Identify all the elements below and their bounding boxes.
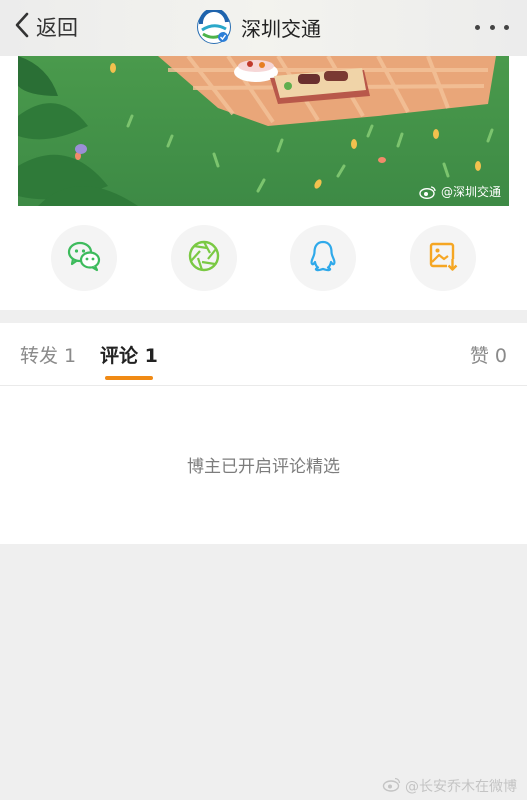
- qq-penguin-icon: [305, 238, 341, 278]
- tab-repost[interactable]: 转发 1: [20, 341, 76, 368]
- footer-watermark-text: @长安乔木在微博: [405, 779, 517, 795]
- back-label: 返回: [36, 16, 78, 40]
- picnic-illustration[interactable]: @深圳交通: [18, 56, 509, 206]
- page-title: 深圳交通: [241, 16, 321, 41]
- watermark-text: @深圳交通: [440, 185, 501, 199]
- chevron-left-icon: [14, 12, 30, 42]
- share-row: [0, 206, 527, 310]
- share-moments-button[interactable]: [171, 225, 237, 291]
- screenshot-watermark: @长安乔木在微博: [382, 776, 517, 796]
- active-tab-indicator: [105, 376, 153, 380]
- share-qq-button[interactable]: [290, 225, 356, 291]
- save-image-icon: [425, 238, 461, 278]
- wechat-icon: [66, 238, 102, 278]
- image-watermark: @深圳交通: [419, 183, 501, 200]
- tab-like[interactable]: 赞 0: [470, 341, 507, 368]
- ellipsis-icon[interactable]: [475, 17, 509, 37]
- account-title[interactable]: 深圳交通: [197, 8, 321, 45]
- top-nav-bar: 返回 深圳交通: [0, 0, 527, 56]
- share-wechat-button[interactable]: [51, 225, 117, 291]
- aperture-icon: [186, 238, 222, 278]
- back-button[interactable]: 返回: [14, 10, 78, 44]
- weibo-icon: [419, 185, 441, 199]
- comment-selection-notice: 博主已开启评论精选: [187, 457, 340, 477]
- shenzhen-transport-logo-icon: [197, 8, 231, 44]
- tab-comment[interactable]: 评论 1: [100, 341, 158, 368]
- weibo-icon: [382, 776, 405, 796]
- save-image-button[interactable]: [410, 225, 476, 291]
- interaction-tabs: 转发 1 评论 1 赞 0: [0, 323, 527, 386]
- comment-list: 博主已开启评论精选: [0, 386, 527, 544]
- post-image-area: @深圳交通: [0, 56, 527, 206]
